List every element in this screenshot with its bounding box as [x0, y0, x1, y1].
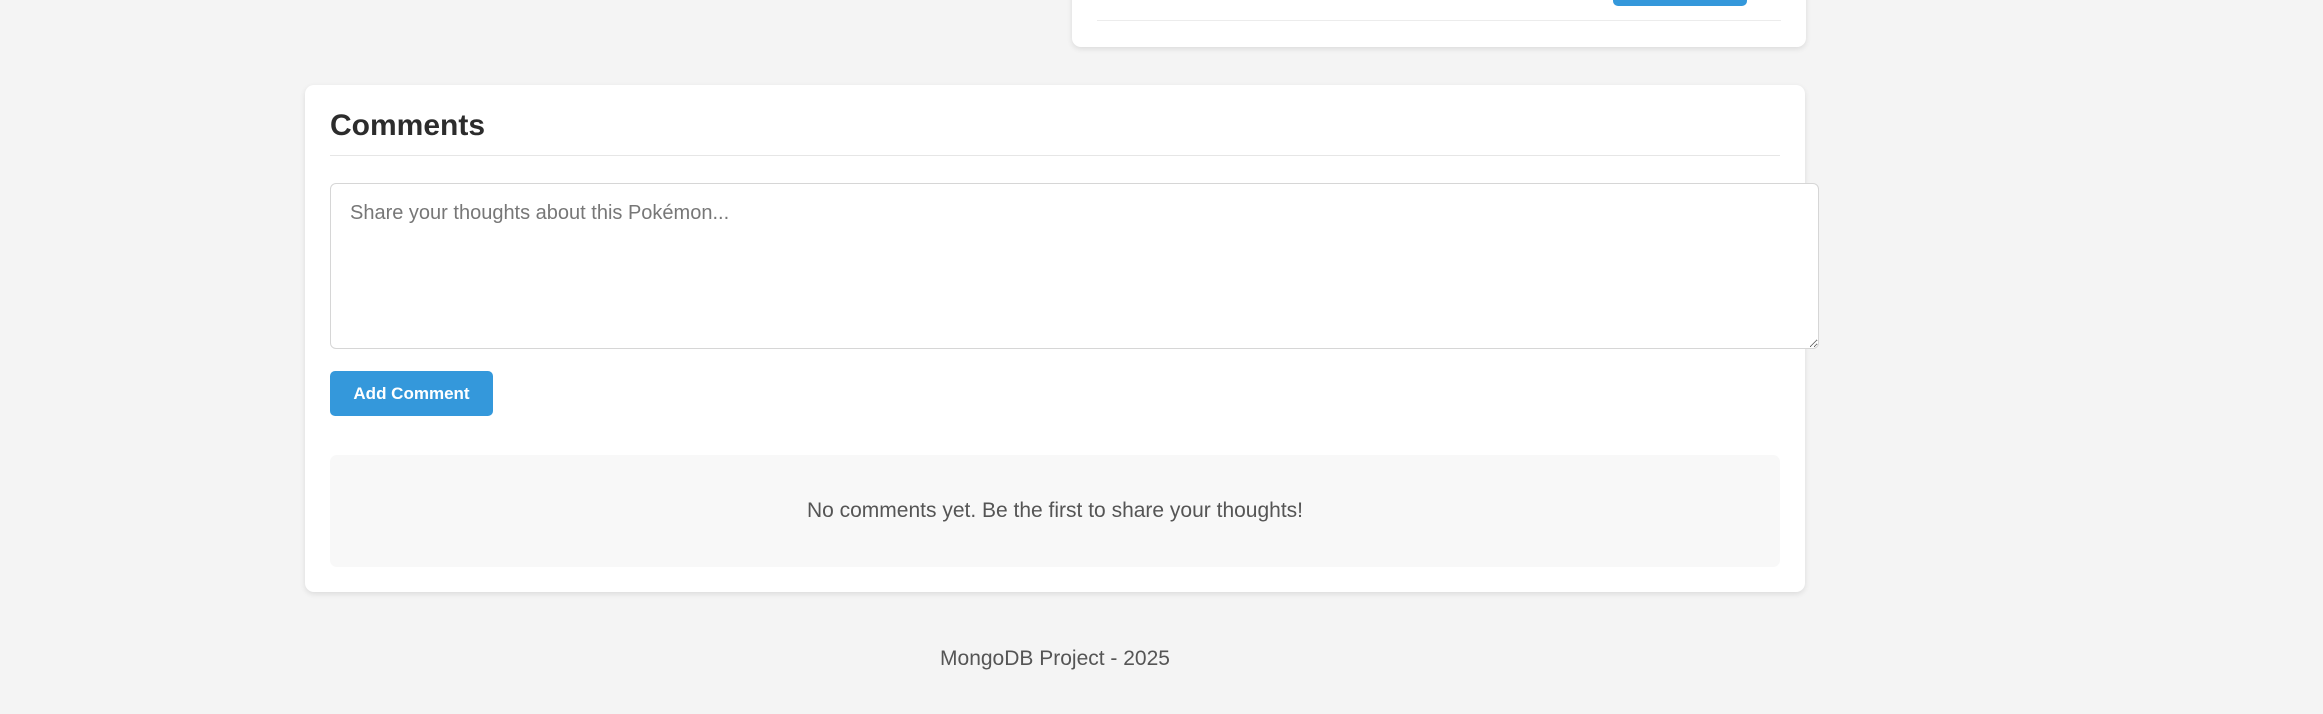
comments-heading: Comments [330, 109, 486, 142]
section-divider [1097, 20, 1781, 21]
comment-input[interactable] [330, 183, 1819, 349]
comments-heading-divider [330, 155, 1780, 156]
empty-comments-message: No comments yet. Be the first to share y… [806, 499, 1304, 522]
comments-empty-state: No comments yet. Be the first to share y… [330, 455, 1780, 567]
partial-action-button[interactable] [1613, 0, 1747, 6]
add-comment-button[interactable]: Add Comment [330, 371, 493, 416]
comments-section: Comments Add Comment No comments yet. Be… [305, 85, 1819, 592]
page-footer: MongoDB Project - 2025 [940, 647, 1170, 670]
previous-section-card [1072, 0, 1806, 47]
